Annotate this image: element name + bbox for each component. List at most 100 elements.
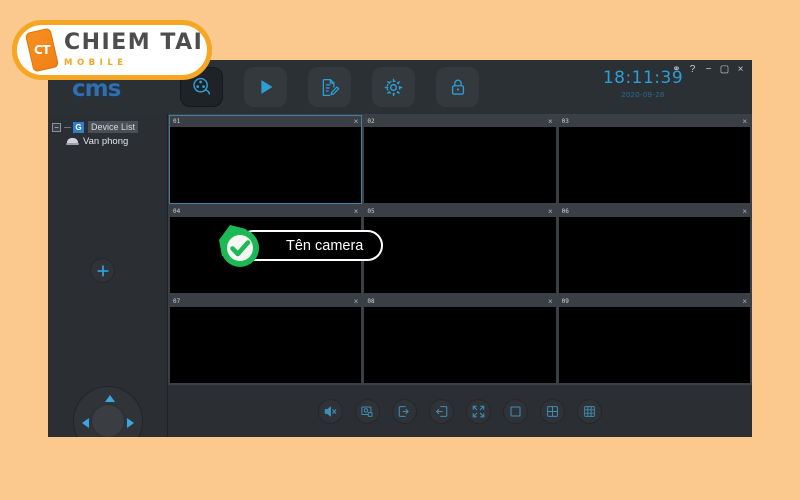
- video-cell-number: 01: [173, 118, 181, 125]
- camera-dome-icon: [66, 137, 79, 146]
- disconnect-all-button[interactable]: [429, 398, 454, 424]
- video-cell-header: 05 ×: [364, 206, 556, 217]
- document-edit-icon: [319, 77, 340, 98]
- layout-4-button[interactable]: [540, 398, 565, 424]
- camera-name-label: Tên camera: [286, 237, 364, 254]
- brand-name: CHIEM TAI: [64, 30, 204, 55]
- main-toolbar: [180, 67, 479, 107]
- fullscreen-button[interactable]: [466, 398, 491, 424]
- layout-1-icon: [508, 404, 523, 419]
- video-cell-number: 07: [173, 298, 181, 305]
- device-tree-item-label: Van phong: [83, 136, 129, 147]
- maximize-icon[interactable]: ▢: [719, 63, 730, 75]
- ptz-center-button[interactable]: [91, 404, 125, 437]
- video-cell-header: 07 ×: [170, 296, 362, 307]
- layout-9-icon: [582, 404, 597, 419]
- video-cell-number: 05: [367, 208, 375, 215]
- connect-all-button[interactable]: [392, 398, 417, 424]
- close-icon[interactable]: ×: [735, 63, 746, 75]
- camera-name-callout: Tên camera: [216, 222, 384, 272]
- help-icon[interactable]: ?: [687, 63, 698, 75]
- close-icon[interactable]: ×: [548, 207, 553, 216]
- video-cell-body[interactable]: [364, 217, 556, 293]
- add-device-button[interactable]: [90, 258, 115, 283]
- video-cell[interactable]: 03 ×: [557, 115, 751, 204]
- plus-icon: [96, 264, 110, 278]
- video-cell-header: 09 ×: [558, 296, 750, 307]
- toolbar-button-lock[interactable]: [436, 67, 479, 107]
- film-reel-icon: [191, 76, 213, 98]
- video-cell-number: 02: [367, 118, 375, 125]
- close-icon[interactable]: ×: [742, 297, 747, 306]
- login-icon: [397, 404, 412, 419]
- video-cell[interactable]: 09 ×: [557, 295, 751, 384]
- video-cell-number: 06: [561, 208, 569, 215]
- tree-collapse-icon[interactable]: −: [52, 122, 61, 132]
- video-cell-header: 02 ×: [364, 116, 556, 127]
- video-cell-number: 04: [173, 208, 181, 215]
- video-cell-body[interactable]: [364, 307, 556, 383]
- logout-icon: [434, 404, 449, 419]
- brand-ct-mark: CT: [34, 43, 50, 57]
- group-icon: G: [73, 121, 84, 133]
- close-icon[interactable]: ×: [548, 297, 553, 306]
- bottom-toolbar: [168, 385, 752, 437]
- video-cell-body[interactable]: [558, 307, 750, 383]
- mute-button[interactable]: [318, 398, 343, 424]
- video-cell-body[interactable]: [558, 217, 750, 293]
- brand-text: CHIEM TAI MOBILE: [64, 30, 204, 69]
- window-controls: ⚭ ? − ▢ ×: [671, 63, 746, 75]
- close-icon[interactable]: ×: [354, 207, 359, 216]
- video-cell[interactable]: 01 ×: [169, 115, 363, 204]
- video-cell[interactable]: 06 ×: [557, 205, 751, 294]
- left-panel: − G Device List Van phong: [48, 114, 168, 437]
- close-icon[interactable]: ×: [354, 117, 359, 126]
- play-icon: [255, 76, 277, 98]
- video-cell-number: 03: [561, 118, 569, 125]
- close-icon[interactable]: ×: [548, 117, 553, 126]
- brand-subtitle: MOBILE: [64, 58, 128, 68]
- screenshot-root: cms 18:11:39 2020-09-28 ⚭ ? − ▢ × − G De…: [0, 0, 800, 500]
- brand-phone-icon: CT: [24, 27, 60, 73]
- video-cell[interactable]: 02 ×: [363, 115, 557, 204]
- close-icon[interactable]: ×: [354, 297, 359, 306]
- video-cell-body[interactable]: [364, 127, 556, 203]
- ptz-right-arrow-icon[interactable]: [127, 418, 134, 428]
- video-cell-number: 08: [367, 298, 375, 305]
- tree-connector: [64, 126, 71, 128]
- fullscreen-icon: [471, 404, 486, 419]
- brand-watermark: CT CHIEM TAI MOBILE: [12, 20, 212, 80]
- video-cell[interactable]: 08 ×: [363, 295, 557, 384]
- device-list-label: Device List: [88, 121, 139, 133]
- video-cell-header: 03 ×: [558, 116, 750, 127]
- toolbar-button-playback[interactable]: [244, 67, 287, 107]
- cms-application-window: cms 18:11:39 2020-09-28 ⚭ ? − ▢ × − G De…: [48, 60, 752, 437]
- close-icon[interactable]: ×: [742, 207, 747, 216]
- toolbar-button-settings[interactable]: [372, 67, 415, 107]
- green-check-badge-icon: [216, 222, 266, 272]
- video-cell[interactable]: 05 ×: [363, 205, 557, 294]
- toolbar-button-log[interactable]: [308, 67, 351, 107]
- ptz-left-arrow-icon[interactable]: [82, 418, 89, 428]
- layout-4-icon: [545, 404, 560, 419]
- video-cell-header: 06 ×: [558, 206, 750, 217]
- minimize-icon[interactable]: −: [703, 63, 714, 75]
- video-cell-body[interactable]: [558, 127, 750, 203]
- ptz-joystick[interactable]: [73, 386, 143, 437]
- clock-date: 2020-09-28: [621, 90, 665, 99]
- device-tree-root[interactable]: − G Device List: [52, 120, 168, 134]
- lock-icon: [448, 77, 468, 97]
- video-cell-number: 09: [561, 298, 569, 305]
- video-cell-body[interactable]: [170, 307, 362, 383]
- close-icon[interactable]: ×: [742, 117, 747, 126]
- pin-icon[interactable]: ⚭: [671, 63, 682, 75]
- video-cell-header: 08 ×: [364, 296, 556, 307]
- snapshot-button[interactable]: [355, 398, 380, 424]
- layout-1-button[interactable]: [503, 398, 528, 424]
- ptz-up-arrow-icon[interactable]: [105, 395, 115, 402]
- video-cell-header: 04 ×: [170, 206, 362, 217]
- layout-9-button[interactable]: [577, 398, 602, 424]
- video-cell[interactable]: 07 ×: [169, 295, 363, 384]
- device-tree-item-van-phong[interactable]: Van phong: [66, 134, 168, 149]
- video-cell-body[interactable]: [170, 127, 362, 203]
